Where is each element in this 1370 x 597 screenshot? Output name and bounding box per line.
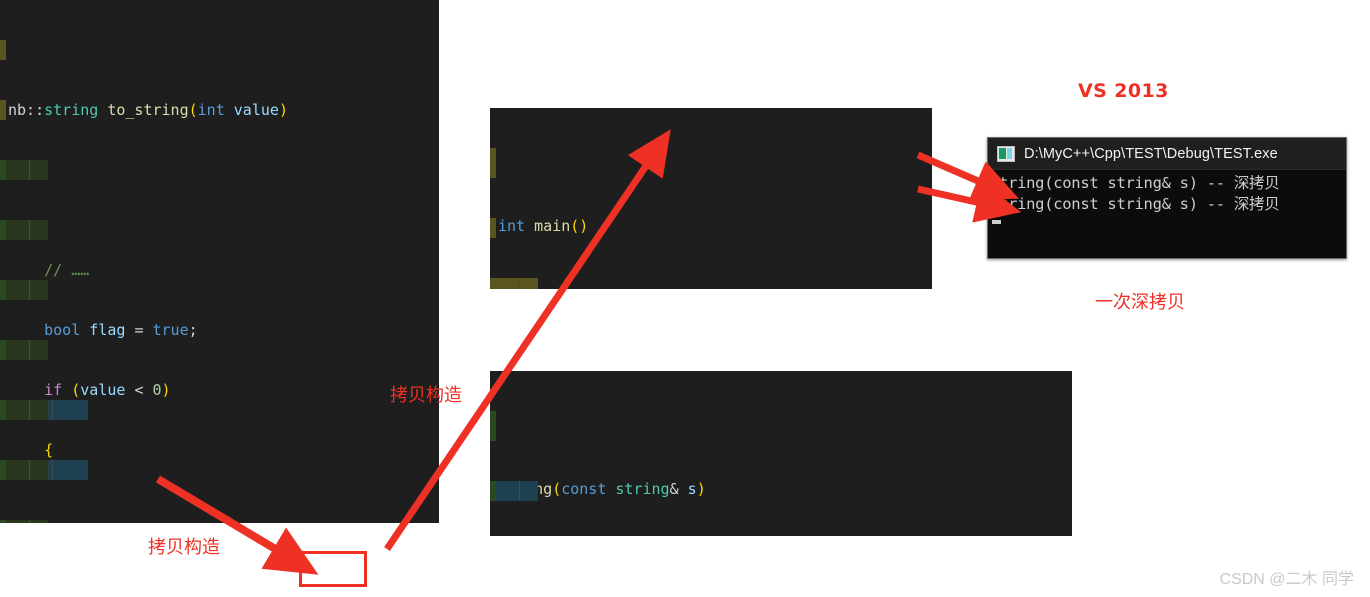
- console-output: string(const string& s) -- 深拷贝 string(co…: [988, 170, 1346, 224]
- annotation-highlight-box: [299, 551, 367, 587]
- console-title-text: D:\MyC++\Cpp\TEST\Debug\TEST.exe: [1024, 145, 1278, 162]
- code-line: if (value < 0): [0, 280, 439, 399]
- annotation-one-deep-copy: 一次深拷贝: [1095, 292, 1185, 313]
- code-line: value = 0 - value;: [0, 460, 439, 480]
- console-window[interactable]: D:\MyC++\Cpp\TEST\Debug\TEST.exe string(…: [987, 137, 1347, 259]
- code-line: string(const string& s): [490, 411, 1072, 498]
- code-line: }: [0, 520, 439, 523]
- code-line: {: [490, 218, 932, 289]
- change-bar: [490, 148, 496, 178]
- code-line: nb::string to_string(int value): [0, 40, 439, 119]
- console-output-line: string(const string& s) -- 深拷贝: [990, 195, 1280, 213]
- annotation-vs-version: VS 2013: [1078, 80, 1169, 102]
- console-caret: [992, 220, 1001, 224]
- change-bar: [490, 218, 496, 238]
- annotation-copy-construct-lower: 拷贝构造: [148, 537, 220, 558]
- csdn-watermark: CSDN @二木 同学: [1219, 571, 1354, 588]
- annotation-copy-construct-upper: 拷贝构造: [390, 385, 462, 406]
- console-output-line: string(const string& s) -- 深拷贝: [990, 174, 1280, 192]
- code-line: :_str(nullptr): [490, 481, 1072, 501]
- code-line: // ……: [0, 160, 439, 279]
- code-line: flag = false;: [0, 400, 439, 420]
- code-line: {: [0, 100, 439, 179]
- console-app-icon: [997, 145, 1015, 162]
- code-line: {: [0, 340, 439, 459]
- change-bar: [490, 411, 496, 441]
- code-line: nb::string ret1 = nb::to_string(110);: [490, 278, 932, 289]
- code-panel-to-string[interactable]: nb::string to_string(int value) { // …… …: [0, 0, 439, 523]
- console-titlebar[interactable]: D:\MyC++\Cpp\TEST\Debug\TEST.exe: [988, 138, 1346, 170]
- code-line: bool flag = true;: [0, 220, 439, 339]
- change-bar: [0, 40, 6, 60]
- change-bar: [0, 100, 6, 120]
- code-panel-copy-ctor[interactable]: string(const string& s) :_str(nullptr) {…: [490, 371, 1072, 536]
- code-line: int main(): [490, 148, 932, 235]
- code-panel-main[interactable]: int main() { nb::string ret1 = nb::to_st…: [490, 108, 932, 289]
